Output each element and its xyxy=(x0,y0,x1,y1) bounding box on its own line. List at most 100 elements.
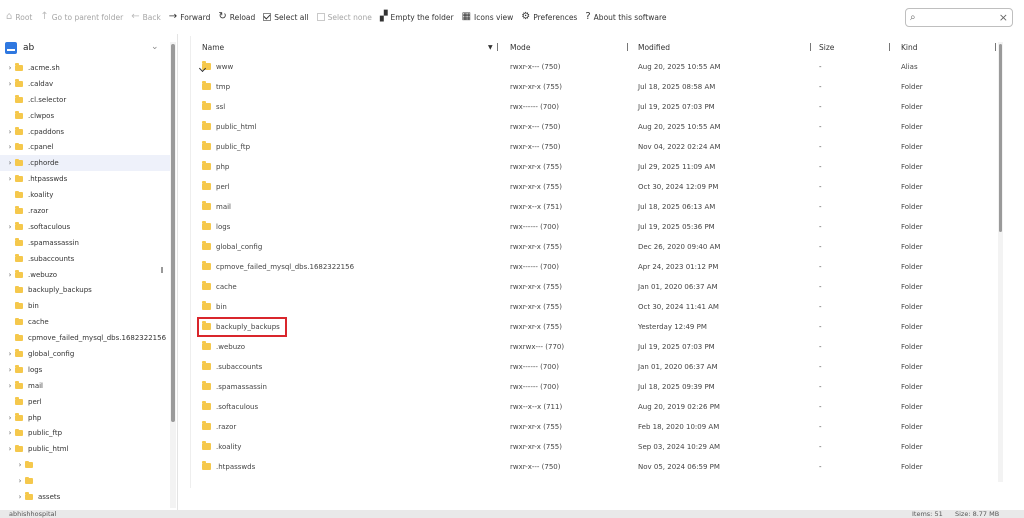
tree-item[interactable]: › .caldav xyxy=(0,76,170,92)
root-button[interactable]: ⌂ Root xyxy=(6,7,32,27)
column-modified[interactable]: Modified xyxy=(638,43,670,52)
table-row[interactable]: perl rwxr-xr-x (755) Oct 30, 2024 12:09 PM… xyxy=(191,177,1004,197)
tree-item[interactable]: › logs xyxy=(0,362,170,378)
column-mode[interactable]: Mode xyxy=(510,43,530,52)
table-row[interactable]: mail rwxr-x--x (751) Jul 18, 2025 06:13 AM… xyxy=(191,197,1004,217)
column-name[interactable]: Name xyxy=(202,43,224,52)
reload-button[interactable]: ↻ Reload xyxy=(218,7,255,27)
tree-item[interactable]: › .htpasswds xyxy=(0,171,170,187)
table-row[interactable]: .softaculous rwx--x--x (711) Aug 20, 2019 … xyxy=(191,397,1004,417)
tree-item[interactable]: › public_html xyxy=(0,441,170,457)
table-row[interactable]: logs rwx------ (700) Jul 19, 2025 05:36 PM… xyxy=(191,217,1004,237)
column-separator[interactable] xyxy=(627,43,628,51)
table-row[interactable]: www rwxr-x--- (750) Aug 20, 2025 10:55 AM -… xyxy=(191,57,1004,77)
column-separator[interactable] xyxy=(995,43,996,51)
table-row[interactable]: .razor rwxr-xr-x (755) Feb 18, 2020 10:09 … xyxy=(191,417,1004,437)
chevron-right-icon[interactable]: › xyxy=(5,271,15,279)
tree-item[interactable]: › assets xyxy=(0,489,170,505)
table-row[interactable]: cache rwxr-xr-x (755) Jan 01, 2020 06:37 A… xyxy=(191,277,1004,297)
column-size[interactable]: Size xyxy=(819,43,834,52)
chevron-right-icon[interactable]: › xyxy=(5,128,15,136)
column-separator[interactable] xyxy=(497,43,498,51)
tree-item[interactable]: › mail xyxy=(0,378,170,394)
tree-item[interactable]: › backuply_backups xyxy=(0,282,170,298)
chevron-right-icon[interactable]: › xyxy=(5,429,15,437)
tree-item[interactable]: › .koality xyxy=(0,187,170,203)
tree-item[interactable]: › .cpanel xyxy=(0,139,170,155)
tree-item[interactable]: › xyxy=(0,473,170,489)
tree-item[interactable]: › public_ftp xyxy=(0,425,170,441)
table-row[interactable]: ssl rwx------ (700) Jul 19, 2025 07:03 PM -… xyxy=(191,97,1004,117)
table-row[interactable]: .spamassassin rwx------ (700) Jul 18, 2025… xyxy=(191,377,1004,397)
sidebar-resize-handle[interactable] xyxy=(161,267,163,273)
table-row[interactable]: .subaccounts rwx------ (700) Jan 01, 2020 … xyxy=(191,357,1004,377)
table-row[interactable]: bin rwxr-xr-x (755) Oct 30, 2024 11:41 AM -… xyxy=(191,297,1004,317)
chevron-right-icon[interactable]: › xyxy=(5,175,15,183)
table-row[interactable]: cpmove_failed_mysql_dbs.1682322156 rwx---… xyxy=(191,257,1004,277)
table-row[interactable]: php rwxr-xr-x (755) Jul 29, 2025 11:09 AM -… xyxy=(191,157,1004,177)
chevron-right-icon[interactable]: › xyxy=(15,477,25,485)
tree-item[interactable]: › .cphorde xyxy=(0,155,170,172)
tree-item[interactable]: › .subaccounts xyxy=(0,251,170,267)
clear-search-icon[interactable]: × xyxy=(999,11,1008,24)
tree-item[interactable]: › .cl.selector xyxy=(0,92,170,108)
tree-item[interactable]: › .acme.sh xyxy=(0,60,170,76)
icons-view-button[interactable]: ▦ Icons view xyxy=(462,7,514,27)
tree-item[interactable]: › php xyxy=(0,410,170,426)
chevron-right-icon[interactable]: › xyxy=(5,223,15,231)
preferences-button[interactable]: ⚙ Preferences xyxy=(521,7,577,27)
column-separator[interactable] xyxy=(889,43,890,51)
column-separator[interactable] xyxy=(810,43,811,51)
chevron-right-icon[interactable]: › xyxy=(5,159,15,167)
list-scrollbar-thumb[interactable] xyxy=(999,44,1002,232)
chevron-right-icon[interactable]: › xyxy=(5,80,15,88)
tree-item[interactable]: › xyxy=(0,457,170,473)
back-label: Back xyxy=(142,12,161,22)
tree-item[interactable]: › perl xyxy=(0,394,170,410)
search-input[interactable] xyxy=(919,13,999,22)
cell-modified: Sep 03, 2024 10:29 AM xyxy=(638,443,721,451)
table-row[interactable]: public_html rwxr-x--- (750) Aug 20, 2025 1… xyxy=(191,117,1004,137)
table-row[interactable]: .htpasswds rwxr-x--- (750) Nov 05, 2024 06… xyxy=(191,457,1004,477)
tree-item[interactable]: › .clwpos xyxy=(0,108,170,124)
chevron-down-icon[interactable]: ⌄ xyxy=(151,42,159,52)
tree-item[interactable]: › .spamassassin xyxy=(0,235,170,251)
column-kind[interactable]: Kind xyxy=(901,43,918,52)
tree-item[interactable]: › .razor xyxy=(0,203,170,219)
table-row[interactable]: tmp rwxr-xr-x (755) Jul 18, 2025 08:58 AM -… xyxy=(191,77,1004,97)
table-row[interactable]: public_ftp rwxr-x--- (750) Nov 04, 2022 02… xyxy=(191,137,1004,157)
tree-item[interactable]: › .webuzo xyxy=(0,267,170,283)
drive-selector[interactable]: ab ⌄ xyxy=(0,39,172,57)
tree-item[interactable]: › global_config xyxy=(0,346,170,362)
select-all-button[interactable]: Select all xyxy=(263,7,309,27)
folder-icon xyxy=(202,401,211,410)
chevron-right-icon[interactable]: › xyxy=(5,350,15,358)
chevron-right-icon[interactable]: › xyxy=(15,461,25,469)
cell-mode: rwx--x--x (711) xyxy=(510,403,563,411)
select-none-button[interactable]: Select none xyxy=(316,7,372,27)
tree-item[interactable]: › cpmove_failed_mysql_dbs.1682322156 xyxy=(0,330,170,346)
chevron-right-icon[interactable]: › xyxy=(15,493,25,501)
chevron-right-icon[interactable]: › xyxy=(5,414,15,422)
table-row[interactable]: .koality rwxr-xr-x (755) Sep 03, 2024 10:2… xyxy=(191,437,1004,457)
table-row[interactable]: global_config rwxr-xr-x (755) Dec 26, 2020… xyxy=(191,237,1004,257)
parent-folder-button[interactable]: ↑ Go to parent folder xyxy=(40,7,123,27)
chevron-right-icon[interactable]: › xyxy=(5,143,15,151)
empty-folder-button[interactable]: ▞ Empty the folder xyxy=(380,7,454,27)
forward-button[interactable]: → Forward xyxy=(169,7,211,27)
table-row[interactable]: backuply_backups rwxr-xr-x (755) Yesterday… xyxy=(191,317,1004,337)
back-button[interactable]: ← Back xyxy=(131,7,161,27)
about-button[interactable]: ? About this software xyxy=(585,7,666,27)
search-box[interactable]: ⌕ × xyxy=(905,8,1013,27)
tree-item[interactable]: › .softaculous xyxy=(0,219,170,235)
tree-item[interactable]: › bin xyxy=(0,298,170,314)
sidebar-scrollbar-thumb[interactable] xyxy=(171,44,175,422)
table-row[interactable]: .webuzo rwxrwx--- (770) Jul 19, 2025 07:03… xyxy=(191,337,1004,357)
chevron-right-icon[interactable]: › xyxy=(5,445,15,453)
tree-item[interactable]: › .cpaddons xyxy=(0,124,170,140)
chevron-right-icon[interactable]: › xyxy=(5,366,15,374)
folder-icon xyxy=(15,142,23,151)
chevron-right-icon[interactable]: › xyxy=(5,382,15,390)
chevron-right-icon[interactable]: › xyxy=(5,64,15,72)
tree-item[interactable]: › cache xyxy=(0,314,170,330)
